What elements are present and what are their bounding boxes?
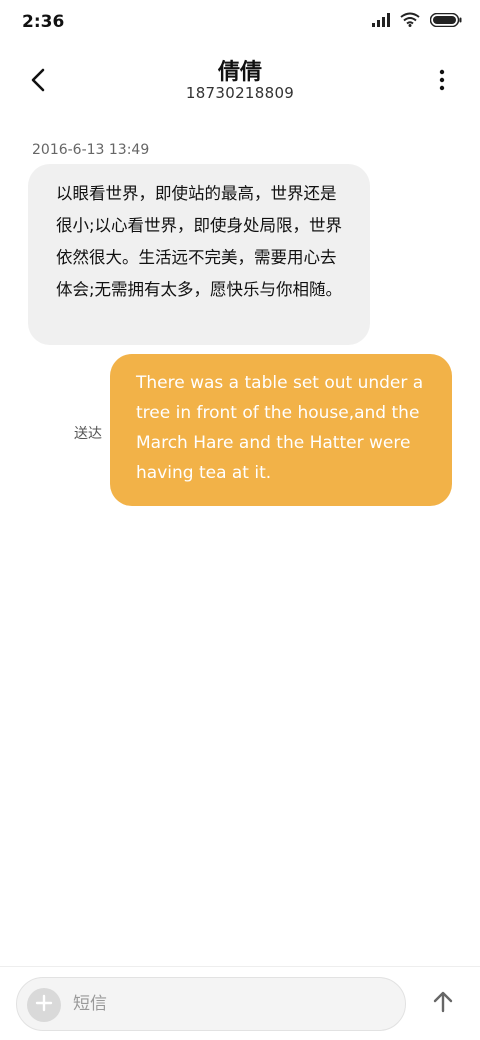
- add-attachment-button[interactable]: [27, 988, 61, 1022]
- send-button[interactable]: [428, 989, 458, 1019]
- delivery-status-label: 送达: [74, 426, 102, 442]
- outgoing-message-text: There was a table set out under a tree i…: [136, 373, 424, 483]
- arrow-up-icon: [433, 991, 453, 1017]
- message-input[interactable]: [73, 984, 393, 1024]
- message-timestamp: 2016-6-13 13:49: [32, 142, 150, 158]
- more-options-button[interactable]: [422, 62, 462, 102]
- plus-icon: [35, 994, 53, 1016]
- more-vertical-icon: [439, 69, 445, 95]
- status-bar: 2:36: [0, 0, 480, 44]
- signal-icon: [372, 12, 390, 27]
- incoming-message-bubble[interactable]: 以眼看世界，即使站的最高，世界还是很小;以心看世界，即使身处局限，世界依然很大。…: [28, 164, 370, 345]
- contact-name: 倩倩: [217, 60, 262, 85]
- sms-conversation-screen: 2:36 倩倩 18730218809 2016-6-13 13:49 以眼看世…: [0, 0, 480, 1040]
- composer-input-container: [16, 977, 406, 1031]
- wifi-icon: [400, 12, 420, 27]
- status-icons: [372, 12, 462, 27]
- conversation-header: 倩倩 18730218809: [0, 48, 480, 112]
- incoming-message-text: 以眼看世界，即使站的最高，世界还是很小;以心看世界，即使身处局限，世界依然很大。…: [56, 184, 343, 299]
- composer-bar: [0, 966, 480, 1040]
- outgoing-message-bubble[interactable]: There was a table set out under a tree i…: [110, 354, 452, 506]
- status-time: 2:36: [22, 12, 65, 32]
- contact-number: 18730218809: [185, 84, 295, 102]
- battery-icon: [430, 12, 462, 27]
